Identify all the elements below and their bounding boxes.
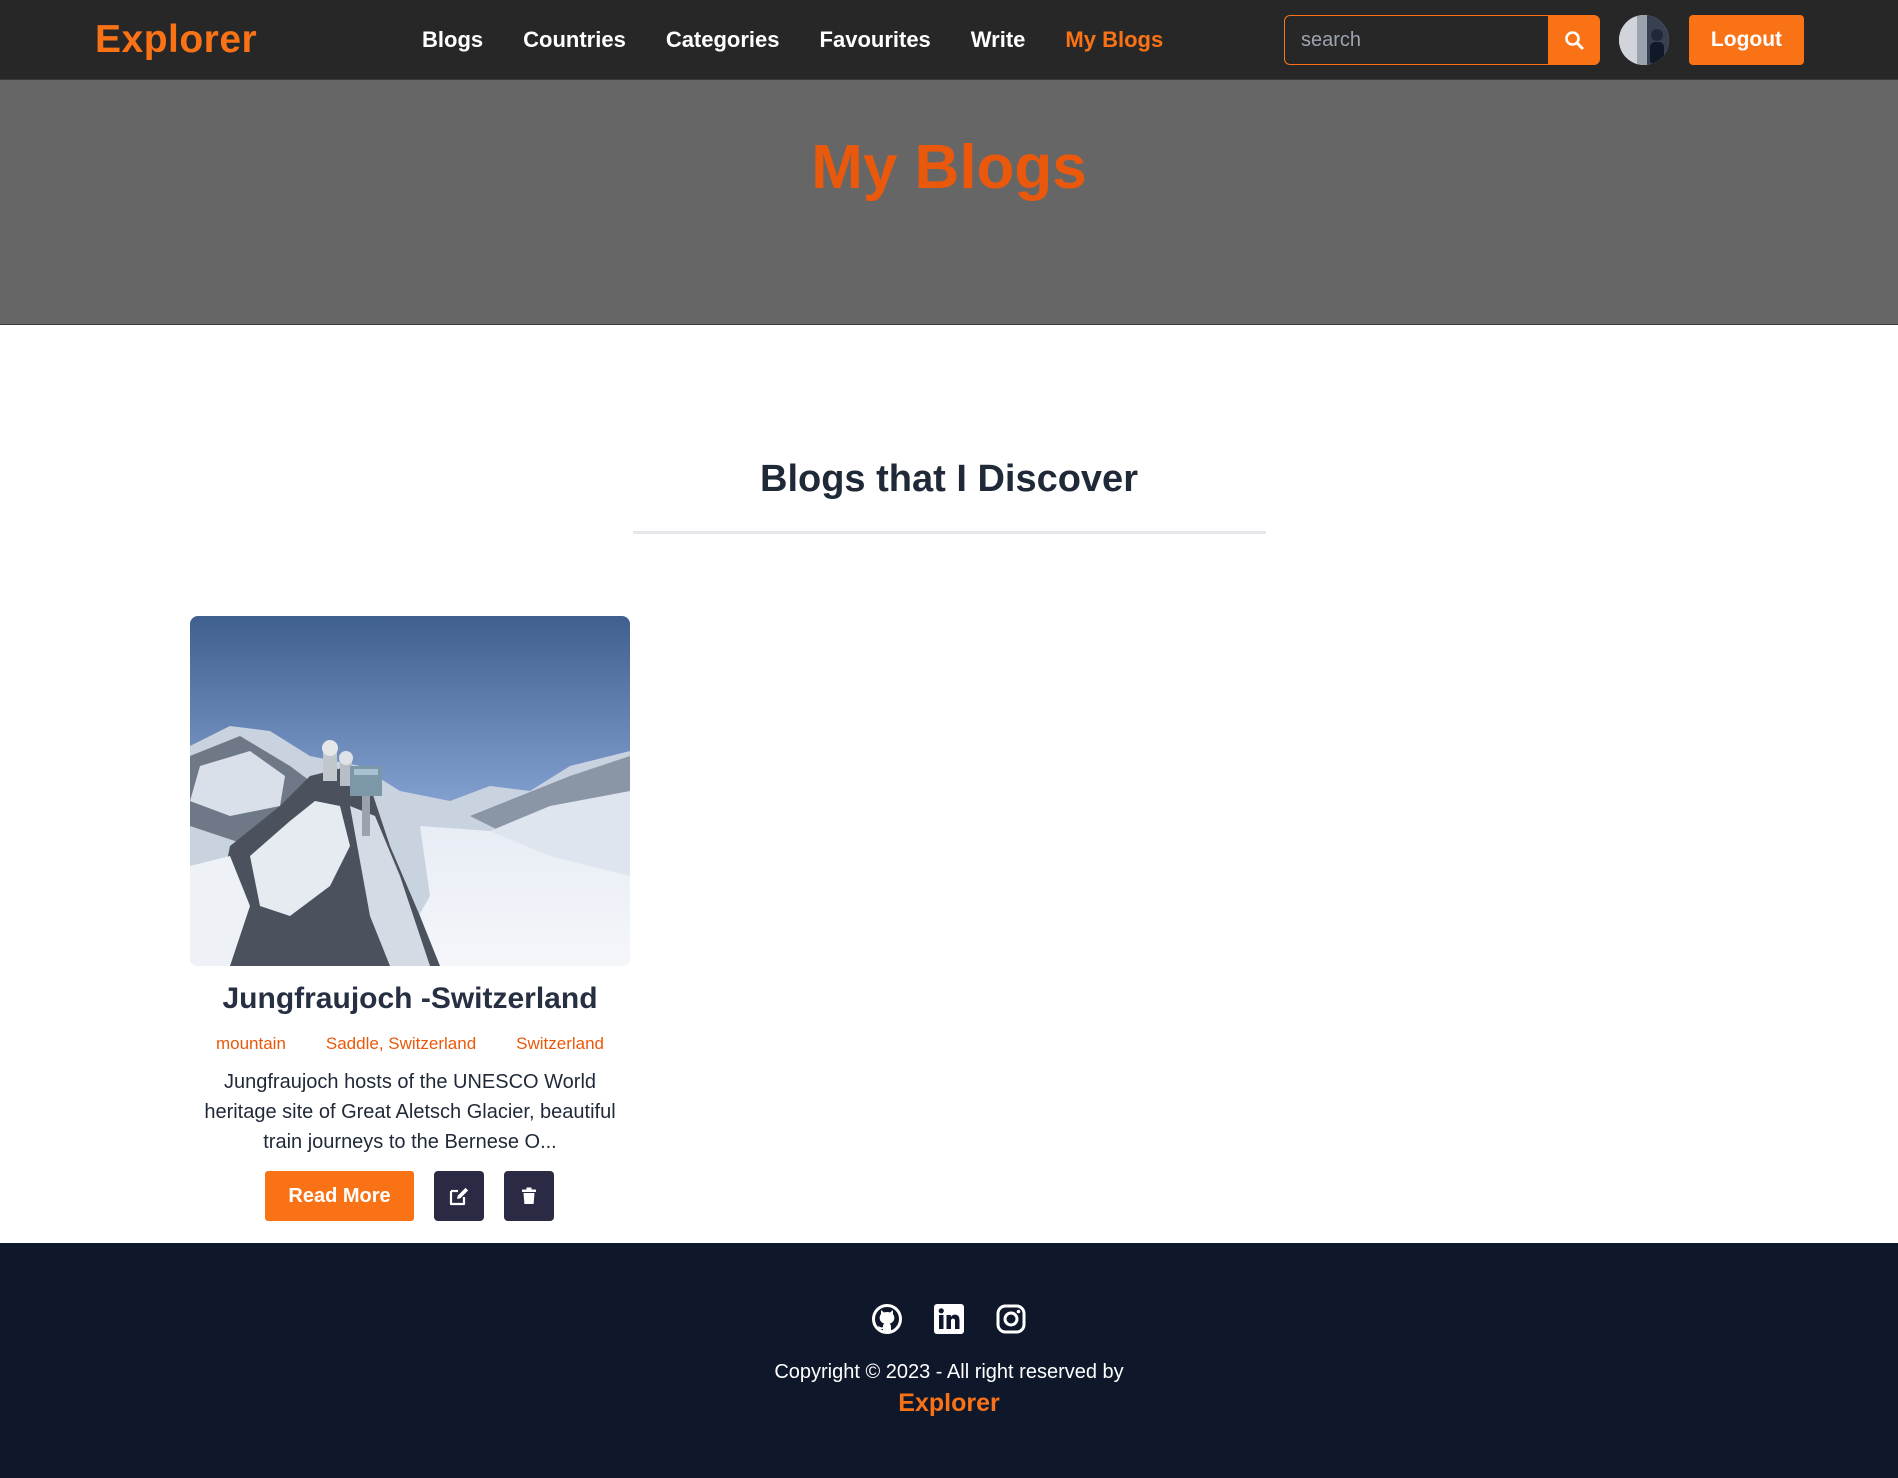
edit-button[interactable] [434,1171,484,1221]
main-nav: Blogs Countries Categories Favourites Wr… [422,0,1163,80]
blog-card-image[interactable] [190,616,630,966]
section-divider [633,531,1266,534]
nav-link-countries[interactable]: Countries [523,27,626,53]
tag-country[interactable]: Switzerland [516,1034,604,1054]
logout-button[interactable]: Logout [1689,15,1804,65]
avatar-photo [1619,15,1669,65]
nav-link-categories[interactable]: Categories [666,27,780,53]
github-link[interactable] [871,1303,903,1335]
blog-card: Jungfraujoch -Switzerland mountain Saddl… [190,616,630,1224]
tag-location[interactable]: Saddle, Switzerland [326,1034,476,1054]
edit-icon [449,1187,469,1206]
read-more-button[interactable]: Read More [265,1171,414,1221]
page-title: My Blogs [811,133,1087,202]
nav-link-my-blogs[interactable]: My Blogs [1065,27,1163,53]
instagram-icon [996,1304,1026,1334]
search-icon [1565,31,1584,50]
mountain-photo [190,616,630,966]
brand-logo[interactable]: Explorer [95,18,257,62]
navbar: Explorer Blogs Countries Categories Favo… [0,0,1898,80]
copyright-text: Copyright © 2023 - All right reserved by [774,1361,1124,1383]
blog-card-title[interactable]: Jungfraujoch -Switzerland [190,982,630,1016]
user-avatar[interactable] [1619,15,1669,65]
footer: Copyright © 2023 - All right reserved by… [0,1243,1898,1478]
footer-brand[interactable]: Explorer [0,1389,1898,1418]
social-links [0,1303,1898,1335]
blog-card-actions: Read More [190,1171,630,1221]
hero-banner: My Blogs [0,80,1898,325]
search-bar [1284,15,1600,65]
nav-link-favourites[interactable]: Favourites [820,27,931,53]
nav-link-write[interactable]: Write [971,27,1026,53]
section-title: Blogs that I Discover [760,458,1138,500]
search-button[interactable] [1548,15,1600,65]
linkedin-icon [934,1304,964,1334]
trash-icon [522,1187,536,1204]
github-icon [872,1304,902,1334]
tag-category[interactable]: mountain [216,1034,286,1054]
delete-button[interactable] [504,1171,554,1221]
search-input[interactable] [1284,15,1548,65]
nav-link-blogs[interactable]: Blogs [422,27,483,53]
linkedin-link[interactable] [933,1303,965,1335]
blog-card-excerpt: Jungfraujoch hosts of the UNESCO World h… [204,1071,616,1153]
blog-card-tags: mountain Saddle, Switzerland Switzerland [190,1034,630,1054]
instagram-link[interactable] [995,1303,1027,1335]
